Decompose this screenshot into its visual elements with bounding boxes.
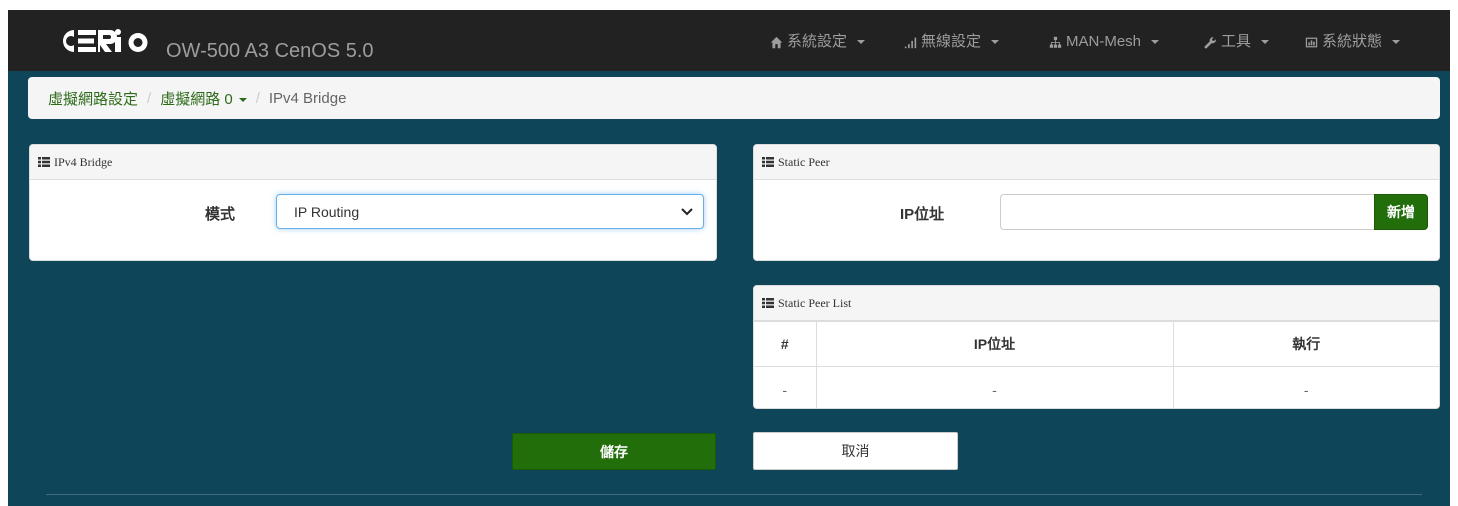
static-peer-panel-title: Static Peer [778, 154, 830, 169]
column-header-index: # [754, 321, 817, 367]
nav-tools-label: 工具 [1221, 33, 1252, 50]
mode-select[interactable]: IP Routing [276, 194, 704, 229]
top-navbar: OW-500 A3 CenOS 5.0 系統設定 無線設定 MAN-Mesh 工… [8, 10, 1450, 71]
nav-system-status-label: 系統狀態 [1322, 33, 1383, 50]
ip-address-input[interactable] [1000, 194, 1374, 230]
table-cell-ip-address: - [815, 366, 1174, 408]
caret-down-icon [991, 40, 1000, 44]
footer-divider [46, 494, 1422, 495]
column-header-action: 執行 [1172, 321, 1439, 367]
mode-select-value: IP Routing [294, 203, 360, 220]
product-title: OW-500 A3 CenOS 5.0 [166, 40, 374, 62]
wrench-icon [1204, 36, 1216, 48]
caret-down-icon [1392, 40, 1401, 44]
breadcrumb: 虛擬網路設定 / 虛擬網路 0 / IPv4 Bridge [28, 77, 1440, 119]
nav-man-mesh[interactable]: MAN-Mesh [1049, 33, 1160, 51]
nav-tools[interactable]: 工具 [1204, 33, 1270, 51]
app-frame: OW-500 A3 CenOS 5.0 系統設定 無線設定 MAN-Mesh 工… [8, 10, 1450, 506]
breadcrumb-current: IPv4 Bridge [268, 89, 347, 107]
static-peer-panel-heading: Static Peer [754, 145, 1439, 180]
static-peer-table: # IP位址 執行 - - - [754, 321, 1439, 408]
list-icon [762, 157, 774, 167]
column-header-ip-address: IP位址 [815, 321, 1174, 367]
cancel-button[interactable]: 取消 [753, 432, 958, 470]
nav-system-settings[interactable]: 系統設定 [770, 33, 866, 51]
breadcrumb-separator: / [255, 89, 260, 107]
ip-address-label: IP位址 [900, 206, 945, 223]
ipv4-bridge-panel: IPv4 Bridge 模式 IP Routing [29, 144, 717, 261]
table-row: - - - [754, 366, 1439, 408]
static-peer-panel: Static Peer IP位址 新增 [753, 144, 1440, 261]
nav-man-mesh-label: MAN-Mesh [1066, 33, 1142, 50]
chevron-down-icon [681, 208, 693, 216]
nav-wireless-settings[interactable]: 無線設定 [904, 33, 1000, 51]
table-cell-action: - [1172, 366, 1439, 408]
table-header-row: # IP位址 執行 [754, 321, 1439, 367]
list-icon [762, 298, 774, 308]
breadcrumb-virtual-network-0-label: 虛擬網路 0 [160, 90, 233, 108]
dashboard-icon [1305, 37, 1318, 47]
static-peer-list-panel-title: Static Peer List [778, 295, 852, 310]
add-button[interactable]: 新增 [1374, 194, 1428, 230]
cerio-logo [63, 29, 148, 52]
nav-wireless-settings-label: 無線設定 [921, 33, 982, 50]
breadcrumb-virtual-network-settings[interactable]: 虛擬網路設定 [48, 88, 138, 109]
caret-down-icon [1151, 40, 1160, 44]
breadcrumb-separator: / [147, 89, 152, 107]
signal-bars-icon [904, 37, 917, 48]
static-peer-list-panel: Static Peer List # IP位址 執行 - - - [753, 285, 1440, 409]
nav-system-settings-label: 系統設定 [787, 33, 848, 50]
caret-down-icon [238, 97, 247, 102]
ipv4-bridge-panel-title: IPv4 Bridge [54, 154, 113, 169]
caret-down-icon [857, 40, 866, 44]
nav-system-status[interactable]: 系統狀態 [1305, 33, 1401, 51]
mode-label: 模式 [205, 206, 236, 223]
breadcrumb-virtual-network-0[interactable]: 虛擬網路 0 [160, 88, 247, 109]
home-icon [770, 36, 783, 48]
static-peer-list-panel-heading: Static Peer List [754, 286, 1439, 321]
list-icon [38, 157, 50, 167]
sitemap-icon [1049, 36, 1062, 48]
table-cell-index: - [754, 366, 817, 408]
caret-down-icon [1261, 40, 1270, 44]
save-button[interactable]: 儲存 [512, 433, 716, 470]
ipv4-bridge-panel-heading: IPv4 Bridge [30, 145, 716, 180]
